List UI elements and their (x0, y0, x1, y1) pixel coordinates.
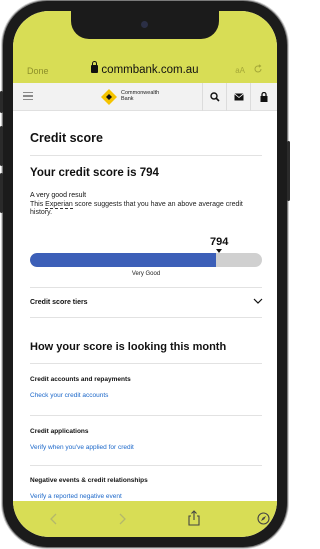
lock-icon (91, 61, 99, 73)
score-bar-fill (30, 253, 216, 267)
check-credit-accounts-link[interactable]: Check your credit accounts (30, 392, 108, 399)
mute-switch (0, 91, 3, 113)
back-icon[interactable] (49, 513, 57, 525)
experian-tooltip-link[interactable]: Experian (45, 201, 73, 209)
score-band: Very Good (131, 271, 161, 277)
forward-icon[interactable] (119, 513, 127, 525)
menu-icon[interactable] (23, 92, 33, 102)
score-value: 794 (210, 236, 229, 248)
score-bar (30, 253, 262, 267)
power-button (287, 141, 290, 201)
result-label: A very good result (30, 192, 87, 199)
desc-prefix: This (30, 201, 46, 208)
divider (30, 155, 262, 156)
item-title-credit-accounts: Credit accounts and repayments (30, 376, 131, 383)
browser-top-bar: Done commbank.com.au aA (13, 11, 277, 83)
phone-screen: Done commbank.com.au aA Commonwealth Ban… (13, 11, 277, 537)
chevron-down-icon[interactable] (253, 297, 263, 305)
search-icon[interactable] (202, 83, 226, 111)
phone-frame: Done commbank.com.au aA Commonwealth Ban… (0, 1, 290, 547)
divider (30, 317, 262, 318)
reload-icon[interactable] (253, 64, 263, 77)
page-content: Credit score Your credit score is 794 A … (13, 111, 277, 501)
item-title-negative-events: Negative events & credit relationships (30, 477, 148, 484)
browser-bottom-bar (13, 501, 277, 537)
url-bar[interactable]: Done commbank.com.au aA (13, 61, 277, 83)
score-heading: Your credit score is 794 (30, 167, 159, 179)
secure-lock-icon[interactable] (250, 83, 277, 111)
item-title-credit-applications: Credit applications (30, 428, 89, 435)
volume-up-button (0, 126, 3, 166)
text-size-button[interactable]: aA (235, 66, 245, 75)
page-title: Credit score (30, 131, 103, 145)
share-icon[interactable] (188, 510, 200, 526)
camera-icon (141, 21, 148, 28)
divider (30, 465, 262, 466)
divider (30, 287, 262, 288)
divider (30, 415, 262, 416)
divider (30, 363, 262, 364)
credit-score-tiers-toggle[interactable]: Credit score tiers (30, 299, 88, 306)
compass-icon[interactable] (257, 512, 270, 525)
logo-text: Commonwealth Bank (121, 90, 159, 102)
app-header: Commonwealth Bank (13, 83, 277, 111)
mail-icon[interactable] (226, 83, 250, 111)
verify-negative-event-link[interactable]: Verify a reported negative event (30, 493, 122, 500)
section-heading: How your score is looking this month (30, 341, 227, 353)
url-text: commbank.com.au (101, 64, 199, 76)
verify-applications-link[interactable]: Verify when you've applied for credit (30, 444, 134, 451)
volume-down-button (0, 173, 3, 213)
notch (71, 11, 219, 39)
result-description: This Experian score suggests that you ha… (30, 201, 262, 217)
logo-line-2: Bank (121, 96, 134, 102)
commbank-logo[interactable] (101, 89, 117, 105)
